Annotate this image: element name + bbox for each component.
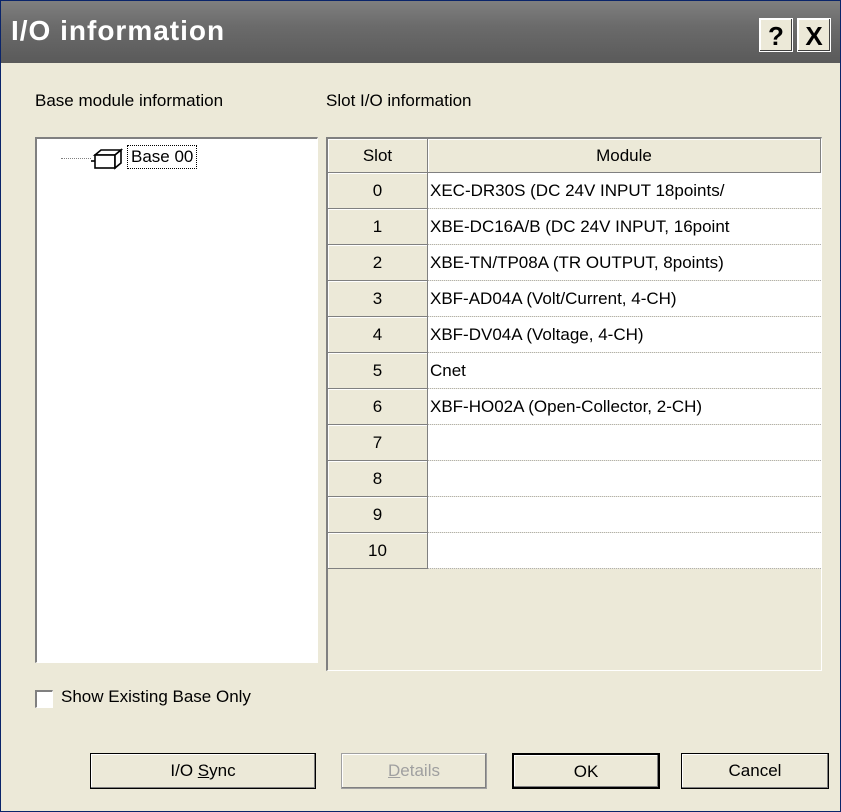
slot-number-cell[interactable]: 0 xyxy=(328,172,428,209)
module-cell[interactable]: XBE-DC16A/B (DC 24V INPUT, 16point xyxy=(427,208,821,245)
module-cell[interactable]: XBE-TN/TP08A (TR OUTPUT, 8points) xyxy=(427,244,821,281)
slot-io-info-label: Slot I/O information xyxy=(326,91,472,110)
slot-io-grid: Slot Module 0 XEC-DR30S (DC 24V INPUT 18p… xyxy=(326,137,822,671)
table-row[interactable]: 4 XBF-DV04A (Voltage, 4-CH) xyxy=(328,316,821,353)
io-sync-suffix: ync xyxy=(209,761,236,780)
table-header-row: Slot Module xyxy=(328,139,821,173)
details-suffix: etails xyxy=(400,761,440,780)
window-title: I/O information xyxy=(11,15,226,46)
show-existing-base-checkbox[interactable] xyxy=(35,690,53,708)
module-cell[interactable]: XBF-DV04A (Voltage, 4-CH) xyxy=(427,316,821,353)
slot-table: Slot Module 0 XEC-DR30S (DC 24V INPUT 18p… xyxy=(328,139,821,569)
slot-number-cell[interactable]: 9 xyxy=(328,496,428,533)
io-sync-prefix: I/O xyxy=(170,761,198,780)
cancel-button[interactable]: Cancel xyxy=(681,753,829,789)
io-sync-mnemonic: S xyxy=(197,761,210,780)
base-tree[interactable]: Base 00 xyxy=(35,137,318,663)
base-module-info-label: Base module information xyxy=(35,91,224,110)
module-cell[interactable] xyxy=(427,496,821,533)
slot-number-cell[interactable]: 5 xyxy=(328,352,428,389)
module-cell[interactable]: XBF-HO02A (Open-Collector, 2-CH) xyxy=(427,388,821,425)
slot-number-cell[interactable]: 2 xyxy=(328,244,428,281)
slot-number-cell[interactable]: 8 xyxy=(328,460,428,497)
base-module-icon xyxy=(89,147,124,176)
table-row[interactable]: 6 XBF-HO02A (Open-Collector, 2-CH) xyxy=(328,388,821,425)
module-cell[interactable]: Cnet xyxy=(427,352,821,389)
details-button: Details xyxy=(341,753,487,789)
tree-item-base-00[interactable]: Base 00 xyxy=(127,145,198,169)
tree-connector xyxy=(61,158,91,159)
module-cell[interactable] xyxy=(427,424,821,461)
io-sync-button[interactable]: I/O Sync xyxy=(90,753,316,789)
module-cell[interactable]: XEC-DR30S (DC 24V INPUT 18points/ xyxy=(427,172,821,209)
table-row[interactable]: 10 xyxy=(328,532,821,569)
show-existing-base-label[interactable]: Show Existing Base Only xyxy=(61,687,251,707)
slot-number-cell[interactable]: 7 xyxy=(328,424,428,461)
close-button[interactable]: X xyxy=(797,18,831,52)
module-cell[interactable] xyxy=(427,460,821,497)
column-header-module[interactable]: Module xyxy=(427,139,821,173)
title-bar[interactable]: I/O information ? X xyxy=(1,1,840,63)
table-row[interactable]: 5 Cnet xyxy=(328,352,821,389)
help-button[interactable]: ? xyxy=(759,18,793,52)
slot-number-cell[interactable]: 1 xyxy=(328,208,428,245)
table-row[interactable]: 1 XBE-DC16A/B (DC 24V INPUT, 16point xyxy=(328,208,821,245)
table-row[interactable]: 0 XEC-DR30S (DC 24V INPUT 18points/ xyxy=(328,172,821,209)
slot-number-cell[interactable]: 4 xyxy=(328,316,428,353)
table-row[interactable]: 8 xyxy=(328,460,821,497)
slot-number-cell[interactable]: 10 xyxy=(328,532,428,569)
io-information-dialog: I/O information ? X Base module informat… xyxy=(0,0,841,812)
column-header-slot[interactable]: Slot xyxy=(328,139,428,173)
details-mnemonic: D xyxy=(388,761,401,780)
table-row[interactable]: 9 xyxy=(328,496,821,533)
table-row[interactable]: 3 XBF-AD04A (Volt/Current, 4-CH) xyxy=(328,280,821,317)
module-cell[interactable] xyxy=(427,532,821,569)
slot-number-cell[interactable]: 6 xyxy=(328,388,428,425)
slot-number-cell[interactable]: 3 xyxy=(328,280,428,317)
table-row[interactable]: 2 XBE-TN/TP08A (TR OUTPUT, 8points) xyxy=(328,244,821,281)
table-row[interactable]: 7 xyxy=(328,424,821,461)
ok-button[interactable]: OK xyxy=(512,753,660,789)
module-cell[interactable]: XBF-AD04A (Volt/Current, 4-CH) xyxy=(427,280,821,317)
